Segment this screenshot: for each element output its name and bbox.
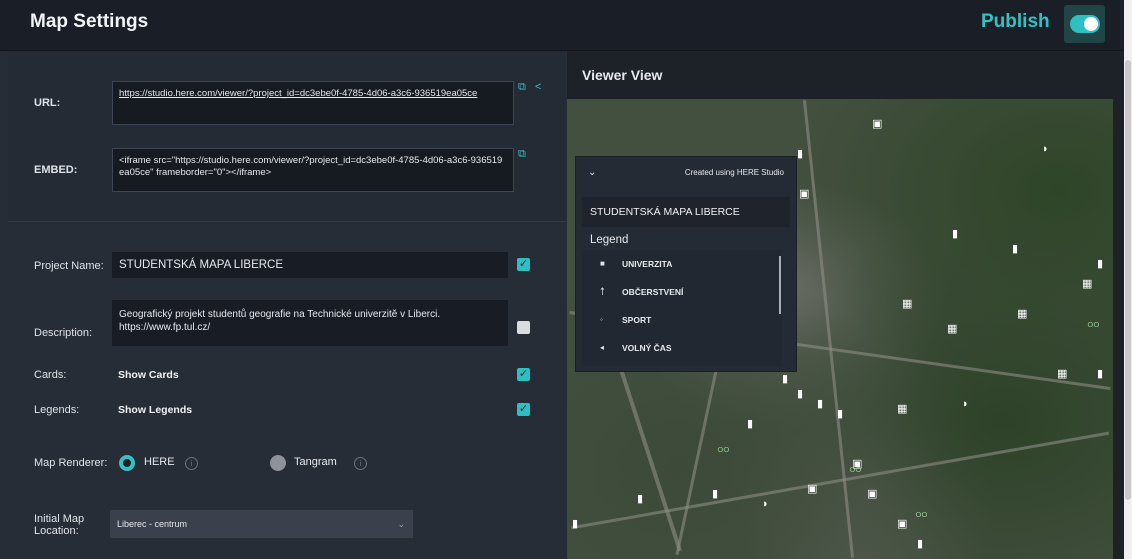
map-marker-icon[interactable]: ▮ (1012, 244, 1018, 255)
settings-panel: URL: https://studio.here.com/viewer/?pro… (8, 51, 566, 559)
viewer-project-name: STUDENTSKÁ MAPA LIBERCE (582, 197, 790, 227)
map-marker-icon[interactable]: ◗ (1042, 144, 1049, 155)
map-marker-icon[interactable]: ▣ (807, 484, 817, 495)
copy-icon[interactable]: ⧉ (518, 81, 526, 94)
map-marker-icon[interactable]: ▮ (797, 389, 803, 400)
chevron-down-icon: ⌄ (397, 519, 405, 529)
share-icon[interactable]: < (535, 81, 541, 93)
project-name-label: Project Name: (34, 260, 104, 272)
map-marker-icon[interactable]: ▮ (837, 409, 843, 420)
map-marker-icon[interactable]: ▮ (782, 374, 788, 385)
map-marker-icon[interactable]: ▮ (817, 399, 823, 410)
legend-item[interactable]: ■ UNIVERZITA (582, 250, 782, 278)
viewer-title: Viewer View (582, 67, 663, 83)
description-input[interactable]: Geografický projekt studentů geografie n… (112, 300, 508, 346)
map-marker-icon[interactable]: ▦ (1057, 369, 1067, 380)
publish-button[interactable]: Publish (981, 11, 1050, 33)
project-name-checkbox[interactable]: ✓ (517, 258, 530, 271)
initial-location-select[interactable]: Liberec - centrum ⌄ (110, 510, 413, 538)
food-icon: ᛏ (600, 287, 605, 296)
university-icon: ■ (600, 259, 605, 268)
created-with-label: Created using HERE Studio (684, 168, 784, 177)
share-section: URL: https://studio.here.com/viewer/?pro… (8, 51, 566, 222)
info-icon[interactable]: i (354, 457, 367, 470)
legends-value: Show Legends (118, 404, 193, 416)
renderer-here-label: HERE (144, 456, 175, 468)
legend-item-label: SPORT (622, 315, 652, 325)
renderer-here-radio[interactable] (119, 455, 135, 471)
info-icon[interactable]: i (185, 457, 198, 470)
map-marker-icon[interactable]: ▮ (1097, 369, 1103, 380)
toggle-knob (1084, 17, 1098, 31)
bike-icon[interactable]: ഠഠ (1087, 319, 1099, 330)
embed-field[interactable]: <iframe src="https://studio.here.com/vie… (112, 148, 514, 192)
map-marker-icon[interactable]: ▮ (952, 229, 958, 240)
legend-item[interactable]: ᛏ OBČERSTVENÍ (582, 278, 782, 306)
legend-item-label: OBČERSTVENÍ (622, 287, 684, 297)
scrollbar-thumb[interactable] (1125, 60, 1131, 500)
legend-list: ■ UNIVERZITA ᛏ OBČERSTVENÍ ◦ SPORT ◂ VOLNÝ Č… (582, 250, 782, 366)
bike-icon[interactable]: ഠഠ (915, 509, 927, 520)
map-marker-icon[interactable]: ▣ (897, 519, 907, 530)
cards-value: Show Cards (118, 369, 179, 381)
legends-label: Legends: (34, 404, 80, 416)
initial-location-value: Liberec - centrum (117, 519, 188, 529)
legend-item-label: UNIVERZITA (622, 259, 673, 269)
legend-item[interactable]: ◂ VOLNÝ ČAS (582, 334, 782, 362)
bike-icon[interactable]: ഠഠ (717, 444, 729, 455)
leisure-icon: ◂ (600, 343, 605, 352)
renderer-label: Map Renderer: (34, 457, 108, 469)
map-marker-icon[interactable]: ◗ (962, 399, 969, 410)
description-label: Description: (34, 327, 93, 339)
map-marker-icon[interactable]: ▮ (712, 489, 718, 500)
initial-location-label: Initial Map Location: (34, 513, 85, 537)
legend-item[interactable]: ◦ SPORT (582, 306, 782, 334)
map-marker-icon[interactable]: ▣ (867, 489, 877, 500)
legend-item-label: VOLNÝ ČAS (622, 343, 672, 353)
map-marker-icon[interactable]: ▮ (917, 539, 923, 550)
top-bar: Map Settings Publish (0, 0, 1132, 51)
embed-label: EMBED: (34, 164, 78, 176)
page-scrollbar[interactable] (1124, 0, 1132, 559)
viewer-panel: Viewer View ▣ ▮ ◗ ▣ ▮ ▮ ▮ ▦ ▦ ▦ ▦ ▮ ▮ ▮ … (567, 51, 1124, 559)
map-marker-icon[interactable]: ▣ (872, 119, 882, 130)
renderer-tangram-label: Tangram (294, 456, 337, 468)
map-marker-icon[interactable]: ▣ (799, 189, 809, 200)
legend-title: Legend (590, 234, 629, 246)
toggle-track (1070, 15, 1100, 33)
chevron-down-icon[interactable]: ⌄ (588, 167, 596, 178)
sport-icon: ◦ (600, 315, 603, 324)
map-marker-icon[interactable]: ▮ (1097, 259, 1103, 270)
legend-scrollbar[interactable] (779, 256, 781, 314)
map-marker-icon[interactable]: ▮ (797, 149, 803, 160)
url-label: URL: (34, 97, 61, 109)
project-name-input[interactable]: STUDENTSKÁ MAPA LIBERCE (112, 252, 508, 278)
map-marker-icon[interactable]: ◗ (762, 499, 769, 510)
copy-embed-icon[interactable]: ⧉ (518, 148, 526, 161)
renderer-tangram-radio[interactable] (270, 455, 286, 471)
page-title: Map Settings (30, 11, 149, 32)
map-marker-icon[interactable]: ▦ (1017, 309, 1027, 320)
url-field[interactable]: https://studio.here.com/viewer/?project_… (112, 81, 514, 125)
map-marker-icon[interactable]: ▦ (902, 299, 912, 310)
cards-checkbox[interactable]: ✓ (517, 368, 530, 381)
map-marker-icon[interactable]: ▦ (1082, 279, 1092, 290)
description-checkbox[interactable]: ✓ (517, 321, 530, 334)
map-marker-icon[interactable]: ▮ (637, 494, 643, 505)
bike-icon[interactable]: ഠഠ (849, 464, 861, 475)
map-view[interactable]: ▣ ▮ ◗ ▣ ▮ ▮ ▮ ▦ ▦ ▦ ▦ ▮ ▮ ▮ ▮ ▮ ▦ ◗ ▦ ▮ … (567, 99, 1113, 559)
publish-toggle[interactable] (1064, 5, 1105, 43)
legends-checkbox[interactable]: ✓ (517, 403, 530, 416)
map-marker-icon[interactable]: ▮ (747, 419, 753, 430)
map-marker-icon[interactable]: ▦ (897, 404, 907, 415)
map-marker-icon[interactable]: ▦ (947, 324, 957, 335)
map-marker-icon[interactable]: ▮ (572, 519, 578, 530)
cards-label: Cards: (34, 369, 67, 381)
legend-panel: ⌄ Created using HERE Studio STUDENTSKÁ M… (575, 156, 797, 372)
